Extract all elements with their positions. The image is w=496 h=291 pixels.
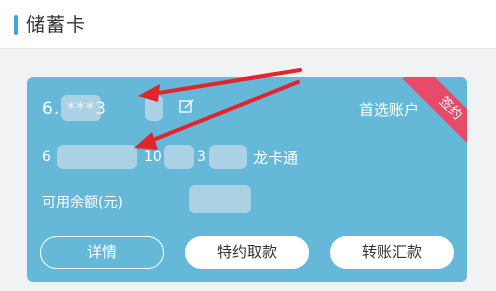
annotation-arrows: [134, 68, 302, 150]
arrow-head: [134, 132, 158, 150]
arrow-head: [138, 84, 160, 102]
